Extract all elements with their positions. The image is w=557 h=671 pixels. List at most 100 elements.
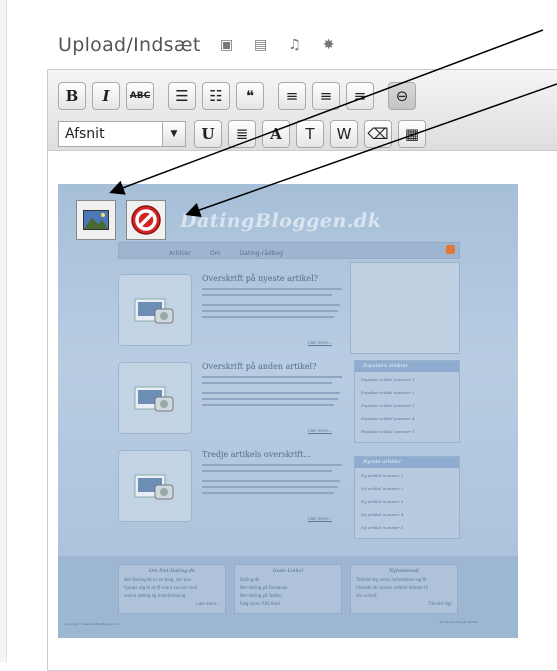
remove-format-button[interactable]: ⌫ <box>364 120 392 148</box>
widget-item: Ny artikel nummer 2 <box>361 486 404 491</box>
footer-line: Net-dating på Twitter <box>240 593 283 598</box>
chevron-down-icon[interactable]: ▼ <box>162 122 185 146</box>
justify-button[interactable]: ≣ <box>228 120 256 148</box>
footer-line: Dating.dk <box>240 577 260 582</box>
footer-line: Læs mere... <box>196 601 220 606</box>
copyright-text: Copyright © www.DatingBloggen.dk <box>64 622 119 626</box>
read-more-link: Læs mere... <box>308 516 332 521</box>
widget-item: Ny artikel nummer 4 <box>361 512 404 517</box>
numbered-list-button[interactable]: ☷ <box>202 82 230 110</box>
blog-title: DatingBloggen.dk <box>180 210 382 232</box>
footer-newsletter: Nyhedsmail Tilmeld dig vores nyhedsbrev … <box>350 564 458 614</box>
blog-footer: Om Net-Dating.dk Net-Dating.dk er en blo… <box>58 556 518 638</box>
paste-text-icon: T <box>305 125 315 143</box>
footer-title: Om Net-Dating.dk <box>148 568 196 574</box>
widget-item: Populær artikel nummer 5 <box>361 429 415 434</box>
insert-media-button[interactable]: ▦ <box>398 120 426 148</box>
nav-item: Om <box>209 250 221 257</box>
rich-text-editor: B I ABC ☰ ☷ ❝ ≡ ≡ ≡ ⊖ Afsnit ▼ U ≣ A T W ⌫ ▦ DatingBlog… <box>47 69 557 671</box>
underline-button[interactable]: U <box>194 120 222 148</box>
blockquote-button[interactable]: ❝ <box>236 82 264 110</box>
widget-title: Populære artikler <box>355 361 459 372</box>
credit-text: Wordpress blog af WPF.dk <box>439 620 478 624</box>
widget-item: Populær artikel nummer 3 <box>361 403 415 408</box>
toolbar-row-1: B I ABC ☰ ☷ ❝ ≡ ≡ ≡ ⊖ <box>58 82 422 110</box>
align-right-button[interactable]: ≡ <box>346 82 374 110</box>
footer-line: Tilmeld dig! <box>428 601 452 606</box>
footer-line: online dating og matchmaking. <box>124 593 187 598</box>
align-right-icon: ≡ <box>353 87 367 105</box>
footer-line: tilsendt de nyeste artikler direkte til <box>356 585 428 590</box>
align-center-button[interactable]: ≡ <box>312 82 340 110</box>
justify-icon: ≣ <box>235 125 249 143</box>
footer-title: Nyhedsmail <box>388 568 420 574</box>
landscape-image-icon <box>83 210 109 230</box>
bullet-list-icon: ☰ <box>175 87 189 105</box>
footer-line: Net-Dating.dk er en blog, der kan <box>124 577 192 582</box>
widget-item: Ny artikel nummer 1 <box>361 473 404 478</box>
editor-content-image[interactable]: DatingBloggen.dk Artikler Om Dating-rådb… <box>58 184 518 638</box>
delete-image-button[interactable] <box>126 200 166 240</box>
format-select[interactable]: Afsnit ▼ <box>58 121 186 147</box>
media-icon[interactable]: ✸ <box>321 37 337 53</box>
remove-format-icon: ⌫ <box>367 125 389 143</box>
image-icon[interactable]: ▣ <box>219 37 235 53</box>
text-color-icon: A <box>270 125 282 143</box>
rss-icon <box>446 245 455 254</box>
post-title: Overskrift på nyeste artikel? <box>202 274 318 283</box>
bold-button[interactable]: B <box>58 82 86 110</box>
paste-word-button[interactable]: W <box>330 120 358 148</box>
post-thumbnail <box>118 450 192 522</box>
nav-item: Artikler <box>169 250 191 257</box>
footer-line: Tilmeld dig vores nyhedsbrev og få <box>356 577 427 582</box>
window-left-edge <box>0 0 7 662</box>
footer-line: Net-dating på Facebook <box>240 585 288 590</box>
bullet-list-button[interactable]: ☰ <box>168 82 196 110</box>
toolbar-row-2: Afsnit ▼ U ≣ A T W ⌫ ▦ <box>58 120 432 148</box>
nav-item: Dating-rådbog <box>239 250 283 257</box>
post-preview: Tredje artikels overskrift... Læs mere..… <box>118 450 344 528</box>
post-thumbnail <box>118 274 192 346</box>
widget-item: Populær artikel nummer 2 <box>361 390 415 395</box>
numbered-list-icon: ☷ <box>209 87 223 105</box>
post-thumbnail <box>118 362 192 434</box>
toolbar-row-2-buttons: U ≣ A T W ⌫ ▦ <box>194 120 432 148</box>
popular-widget: Populære artikler Populær artikel nummer… <box>354 360 460 443</box>
upload-insert-bar: Upload/Indsæt ▣ ▤ ♫ ✸ <box>58 30 337 60</box>
italic-icon: I <box>102 87 110 105</box>
read-more-link: Læs mere... <box>308 428 332 433</box>
footer-line: din e-mail: <box>356 593 378 598</box>
video-icon[interactable]: ▤ <box>253 37 269 53</box>
paste-text-button[interactable]: T <box>296 120 324 148</box>
read-more-link: Læs mere... <box>308 340 332 345</box>
italic-button[interactable]: I <box>92 82 120 110</box>
footer-title: Gode Links! <box>272 568 304 574</box>
bold-icon: B <box>65 87 79 105</box>
widget-item: Populær artikel nummer 4 <box>361 416 415 421</box>
align-left-icon: ≡ <box>285 87 299 105</box>
footer-line: hjælpe dig til at få mere succes med <box>124 585 198 590</box>
post-title: Tredje artikels overskrift... <box>202 450 311 459</box>
blockquote-icon: ❝ <box>245 87 255 105</box>
underline-icon: U <box>201 125 215 143</box>
footer-about: Om Net-Dating.dk Net-Dating.dk er en blo… <box>118 564 226 614</box>
format-select-value: Afsnit <box>65 126 105 142</box>
sidebar-ad-box <box>350 262 460 354</box>
strikethrough-button[interactable]: ABC <box>126 82 154 110</box>
widget-item: Ny artikel nummer 5 <box>361 525 404 530</box>
paste-word-icon: W <box>336 125 352 143</box>
widget-item: Populær artikel nummer 1 <box>361 377 415 382</box>
link-icon: ⊖ <box>395 87 409 105</box>
post-preview: Overskrift på nyeste artikel? Læs mere..… <box>118 274 344 352</box>
edit-image-button[interactable] <box>76 200 116 240</box>
audio-icon[interactable]: ♫ <box>287 37 303 53</box>
align-left-button[interactable]: ≡ <box>278 82 306 110</box>
editor-toolbar: B I ABC ☰ ☷ ❝ ≡ ≡ ≡ ⊖ Afsnit ▼ U ≣ A T W ⌫ ▦ <box>48 70 557 151</box>
link-button[interactable]: ⊖ <box>388 82 416 110</box>
image-overlay-buttons <box>76 200 176 240</box>
text-color-button[interactable]: A <box>262 120 290 148</box>
widget-title: Nyeste artikler <box>355 457 459 468</box>
cancel-icon <box>131 205 161 235</box>
insert-media-icon: ▦ <box>404 125 420 143</box>
post-title: Overskrift på anden artikel? <box>202 362 317 371</box>
